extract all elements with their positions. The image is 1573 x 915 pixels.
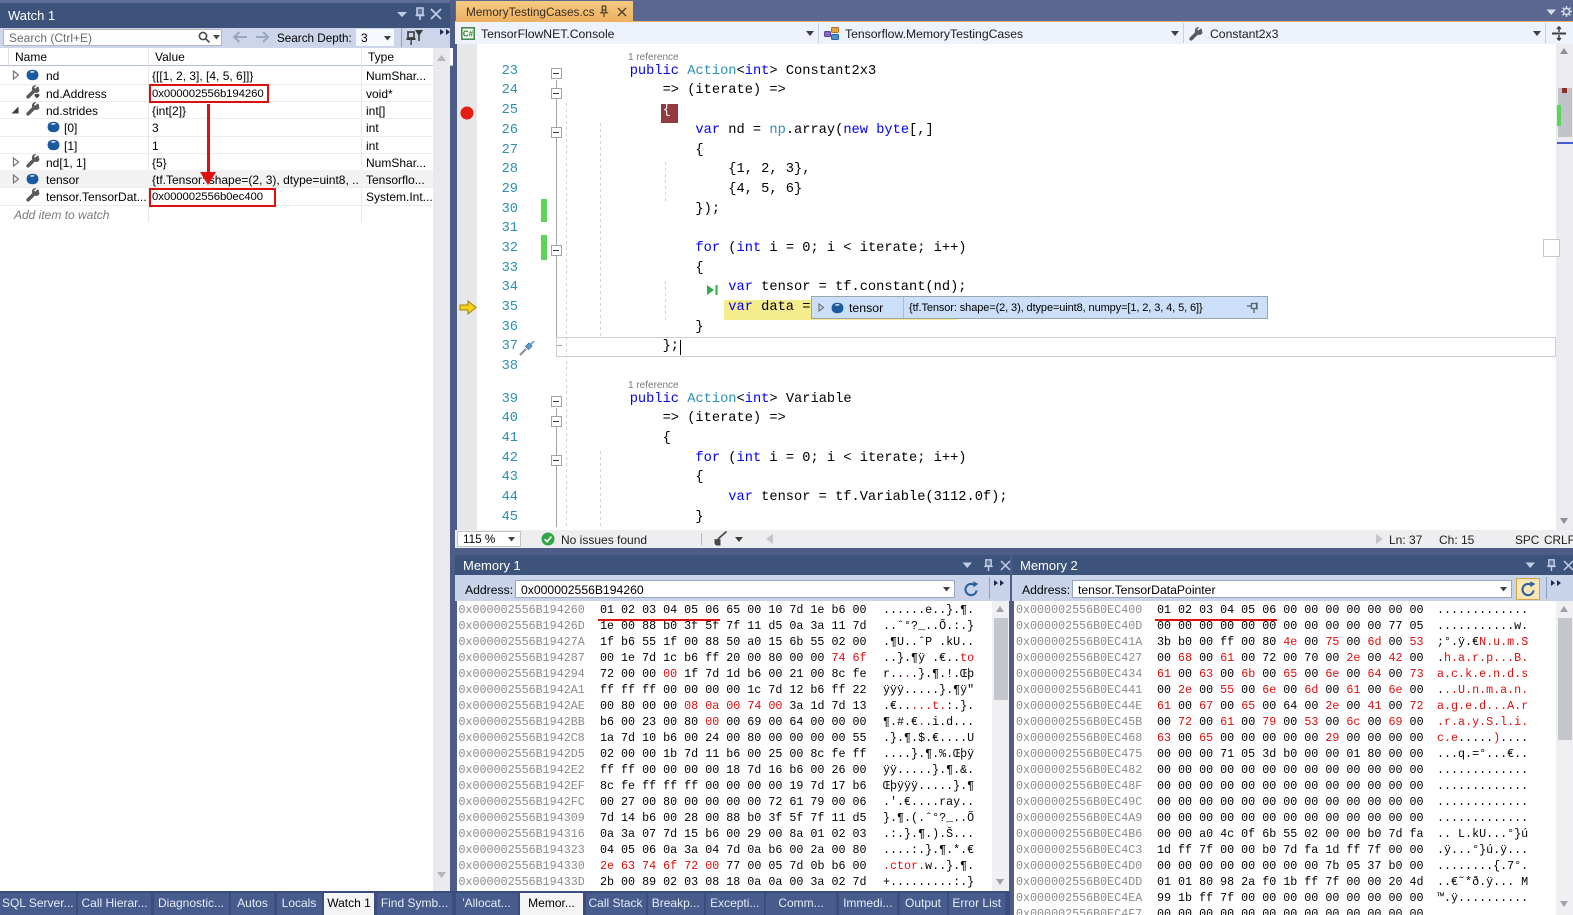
svg-text:C#: C# bbox=[463, 30, 474, 39]
